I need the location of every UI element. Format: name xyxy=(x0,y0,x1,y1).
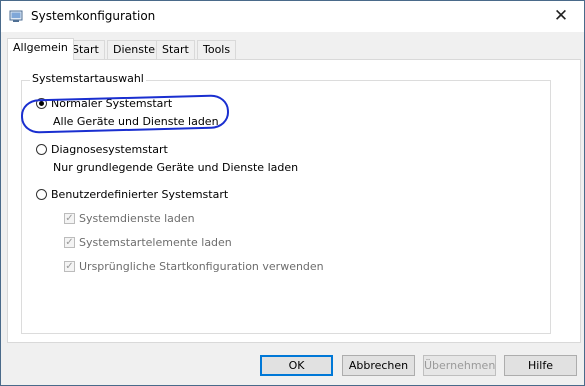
diagnostic-startup-description: Nur grundlegende Geräte und Dienste lade… xyxy=(53,161,299,174)
help-button[interactable]: Hilfe xyxy=(504,355,577,376)
radio-normal-label: Normaler Systemstart xyxy=(51,97,173,110)
group-title: Systemstartauswahl xyxy=(30,72,146,85)
tab-start-2[interactable]: Start xyxy=(156,40,195,59)
radio-button-checked[interactable] xyxy=(36,98,47,109)
tab-tools[interactable]: Tools xyxy=(197,40,237,59)
startup-selection-group: Systemstartauswahl Normaler Systemstart … xyxy=(21,72,551,334)
checkbox-label: Systemdienste laden xyxy=(79,212,195,225)
system-configuration-window: Systemkonfiguration ✕ Allgemein Start Di… xyxy=(0,0,585,386)
title-bar: Systemkonfiguration ✕ xyxy=(1,1,584,32)
checkbox-load-startup-items: ✓ Systemstartelemente laden xyxy=(64,236,232,249)
msconfig-app-icon xyxy=(9,9,23,23)
checkbox-load-system-services: ✓ Systemdienste laden xyxy=(64,212,195,225)
checkbox-use-original-boot-config: ✓ Ursprüngliche Startkonfiguration verwe… xyxy=(64,260,324,273)
cancel-button[interactable]: Abbrechen xyxy=(342,355,415,376)
tab-strip: Allgemein Start Dienste Start Tools xyxy=(7,38,582,60)
radio-diagnostic-startup[interactable]: Diagnosesystemstart xyxy=(36,143,168,156)
tab-panel-allgemein: Systemstartauswahl Normaler Systemstart … xyxy=(7,59,581,343)
tab-dienste[interactable]: Dienste xyxy=(107,40,162,59)
checkbox-label: Systemstartelemente laden xyxy=(79,236,232,249)
checkmark-icon: ✓ xyxy=(64,213,75,224)
apply-button[interactable]: Übernehmen xyxy=(423,355,496,376)
ok-button[interactable]: OK xyxy=(260,355,333,376)
checkbox-label: Ursprüngliche Startkonfiguration verwend… xyxy=(79,260,324,273)
radio-custom-startup[interactable]: Benutzerdefinierter Systemstart xyxy=(36,188,228,201)
normal-startup-description: Alle Geräte und Dienste laden xyxy=(53,115,219,128)
checkmark-icon: ✓ xyxy=(64,261,75,272)
radio-button[interactable] xyxy=(36,144,47,155)
radio-custom-label: Benutzerdefinierter Systemstart xyxy=(51,188,229,201)
checkmark-icon: ✓ xyxy=(64,237,75,248)
radio-normal-startup[interactable]: Normaler Systemstart xyxy=(36,97,172,110)
radio-button[interactable] xyxy=(36,189,47,200)
radio-diagnostic-label: Diagnosesystemstart xyxy=(51,143,168,156)
close-icon[interactable]: ✕ xyxy=(548,4,574,28)
window-title: Systemkonfiguration xyxy=(31,9,156,23)
tab-allgemein[interactable]: Allgemein xyxy=(7,38,74,60)
